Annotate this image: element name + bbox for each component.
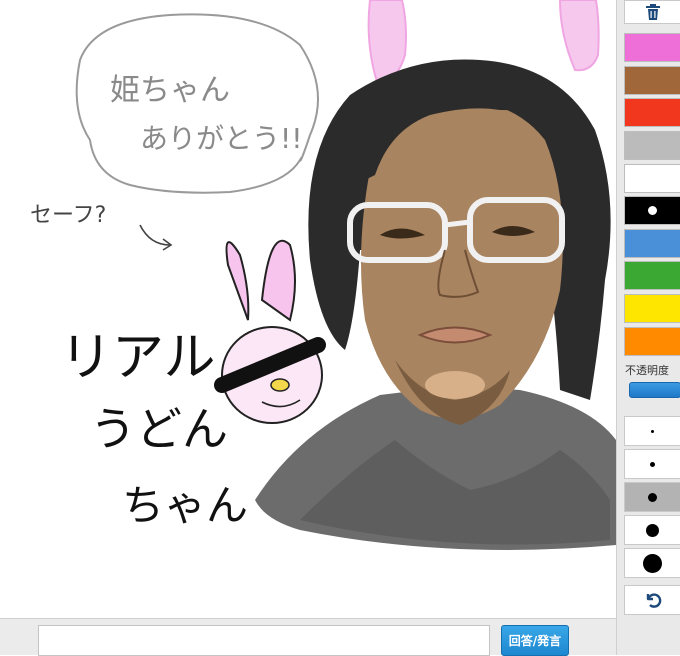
undo-button[interactable] [624, 585, 680, 615]
selected-indicator [648, 206, 657, 215]
drawing-canvas[interactable]: 姫ちゃん ありがとう!! セーフ? リアル うどん ちゃん [0, 0, 616, 618]
mascot-ear-right [260, 239, 296, 322]
trash-icon [645, 4, 660, 20]
title-line1: リアル [60, 328, 215, 388]
drawing-art: 姫ちゃん ありがとう!! セーフ? リアル うどん ちゃん [30, 0, 616, 550]
color-swatch[interactable] [624, 196, 680, 225]
color-swatch[interactable] [624, 327, 680, 356]
brush-size-2[interactable] [624, 449, 680, 479]
undo-icon [646, 593, 661, 608]
brush-size-1[interactable] [624, 416, 680, 446]
color-swatch[interactable] [624, 261, 680, 290]
color-swatch[interactable] [624, 131, 680, 160]
chin-highlight [425, 371, 485, 399]
opacity-slider[interactable] [629, 382, 680, 398]
glasses-bridge [444, 219, 471, 228]
comment-input[interactable] [38, 625, 490, 656]
speech-line2: ありがとう!! [140, 122, 302, 155]
brush-dot-icon [648, 492, 657, 502]
brush-dot-icon [650, 461, 655, 467]
trash-button[interactable] [624, 0, 680, 24]
color-swatch[interactable] [624, 294, 680, 323]
brush-dot-icon [651, 429, 654, 433]
submit-button[interactable]: 回答/発言 [501, 625, 569, 656]
color-swatch[interactable] [624, 229, 680, 258]
brush-size-4[interactable] [624, 515, 680, 545]
safe-text: セーフ? [30, 203, 106, 228]
tool-panel: 不透明度 [616, 0, 680, 655]
color-swatch[interactable] [624, 66, 680, 95]
speech-line1: 姫ちゃん [110, 73, 230, 108]
color-swatch[interactable] [624, 98, 680, 127]
brush-dot-icon [643, 553, 662, 573]
bunny-ear-right [558, 0, 600, 72]
brush-size-5[interactable] [624, 548, 680, 578]
title-line2: うどん [90, 402, 228, 456]
color-swatch[interactable] [624, 164, 680, 193]
safe-arrow [139, 224, 171, 246]
mascot-ear-left [225, 241, 250, 321]
color-swatch[interactable] [624, 33, 680, 62]
brush-size-3[interactable] [624, 482, 680, 512]
mascot-nose [270, 378, 290, 392]
brush-dot-icon [646, 523, 659, 537]
title-line3: ちゃん [122, 481, 248, 530]
comment-bar: 回答/発言 [0, 618, 616, 656]
opacity-label: 不透明度 [625, 364, 669, 377]
